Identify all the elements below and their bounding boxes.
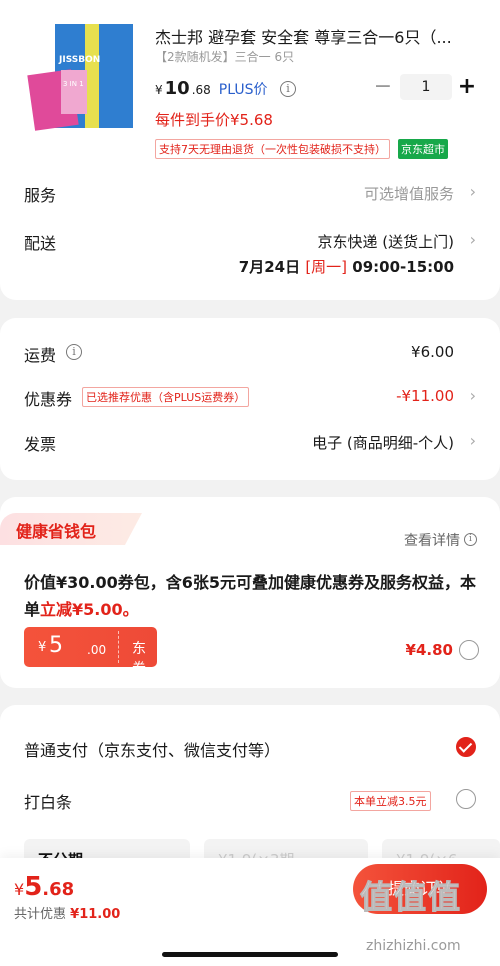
- health-detail-link[interactable]: 查看详情: [404, 530, 460, 550]
- total-price: ¥ 5 .68: [14, 872, 74, 902]
- coupon-label: 优惠券: [24, 390, 73, 409]
- plus-price-label: PLUS价: [218, 82, 268, 98]
- health-pack-description: 价值¥30.00券包，含6张5元可叠加健康优惠券及服务权益，本单立减¥5.00。: [24, 569, 484, 623]
- health-pack-radio[interactable]: [459, 640, 479, 660]
- coupon-chevron-icon[interactable]: ›: [470, 386, 476, 405]
- total-decimal: .68: [42, 879, 75, 900]
- invoice-value[interactable]: 电子 (商品明细-个人): [312, 432, 454, 453]
- shipping-label: 运费: [24, 346, 57, 365]
- health-desc-highlight: 立减¥5.00。: [40, 600, 139, 619]
- health-detail-info-icon[interactable]: i: [464, 533, 477, 546]
- coupon-tag: 已选推荐优惠（含PLUS运费券）: [82, 387, 250, 407]
- payment-option-normal[interactable]: 普通支付（京东支付、微信支付等）: [24, 737, 280, 761]
- payment-baitiao-radio[interactable]: [456, 789, 476, 809]
- delivery-value[interactable]: 京东快递 (送货上门): [318, 231, 454, 252]
- price-integer: 10: [164, 78, 190, 99]
- return-policy-badge: 支持7天无理由退货（一次性包装破损不支持）: [155, 139, 390, 159]
- product-image-brand: JISSBON: [58, 55, 100, 65]
- price-currency: ¥: [155, 83, 163, 97]
- coupon-value[interactable]: -¥11.00: [396, 387, 454, 405]
- watermark-logo: 值值值: [359, 878, 463, 917]
- home-indicator[interactable]: [162, 952, 338, 957]
- coupon-currency: ¥: [38, 640, 47, 655]
- product-image[interactable]: JISSBON 3 IN 1: [25, 24, 135, 134]
- invoice-label: 发票: [24, 435, 57, 454]
- total-currency: ¥: [14, 880, 25, 899]
- delivery-chevron-icon[interactable]: ›: [470, 230, 476, 249]
- shipping-value: ¥6.00: [411, 343, 454, 361]
- health-coupon[interactable]: ¥ 5 .00 东券: [24, 627, 157, 677]
- quantity-input[interactable]: 1: [400, 74, 452, 100]
- payment-option-baitiao[interactable]: 打白条: [24, 789, 72, 813]
- price-info-icon[interactable]: i: [280, 81, 296, 97]
- product-image-text: 3 IN 1: [63, 80, 84, 88]
- quantity-minus-button[interactable]: −: [372, 76, 394, 98]
- per-item-price: 每件到手价¥5.68: [155, 111, 273, 129]
- fees-card: 运费 i ¥6.00 优惠券 已选推荐优惠（含PLUS运费券） -¥11.00 …: [0, 318, 500, 480]
- delivery-slot[interactable]: 7月24日 [周一] 09:00-15:00: [239, 256, 454, 277]
- delivery-date: 7月24日: [238, 258, 301, 276]
- price-decimal: .68: [191, 83, 211, 97]
- invoice-chevron-icon[interactable]: ›: [470, 431, 476, 450]
- product-card: JISSBON 3 IN 1 杰士邦 避孕套 安全套 尊享三合一6只（... 【…: [0, 0, 500, 300]
- health-pack-price: ¥4.80: [405, 641, 453, 659]
- health-pack-tag: 健康省钱包: [0, 513, 142, 545]
- coupon-type: 东券: [132, 641, 146, 677]
- savings-value: ¥11.00: [70, 907, 121, 922]
- product-title[interactable]: 杰士邦 避孕套 安全套 尊享三合一6只（...: [155, 24, 485, 48]
- payment-normal-radio[interactable]: [456, 737, 476, 757]
- service-value[interactable]: 可选增值服务: [364, 183, 454, 204]
- store-badge: 京东超市: [398, 139, 448, 159]
- total-savings: 共计优惠 ¥11.00: [14, 903, 120, 922]
- watermark-url: zhizhizhi.com: [366, 938, 461, 954]
- quantity-plus-button[interactable]: +: [456, 74, 478, 100]
- health-pack-card: 健康省钱包 查看详情 i 价值¥30.00券包，含6张5元可叠加健康优惠券及服务…: [0, 497, 500, 688]
- coupon-amount: 5: [49, 633, 63, 658]
- health-pack-title: 健康省钱包: [16, 522, 97, 541]
- coupon-amount-decimal: .00: [87, 643, 107, 657]
- savings-label: 共计优惠: [14, 907, 67, 922]
- delivery-label: 配送: [24, 234, 57, 253]
- service-chevron-icon[interactable]: ›: [470, 182, 476, 201]
- product-subtitle: 【2款随机发】三合一 6只: [155, 50, 295, 64]
- shipping-info-icon[interactable]: i: [66, 344, 82, 360]
- delivery-weekday: [周一]: [305, 258, 348, 276]
- coupon-divider: [118, 631, 119, 663]
- total-integer: 5: [24, 872, 43, 902]
- delivery-time: 09:00-15:00: [352, 258, 454, 276]
- product-price: ¥ 10 .68 PLUS价: [155, 78, 267, 99]
- service-label: 服务: [24, 186, 57, 205]
- baitiao-promo-badge: 本单立减3.5元: [350, 791, 431, 811]
